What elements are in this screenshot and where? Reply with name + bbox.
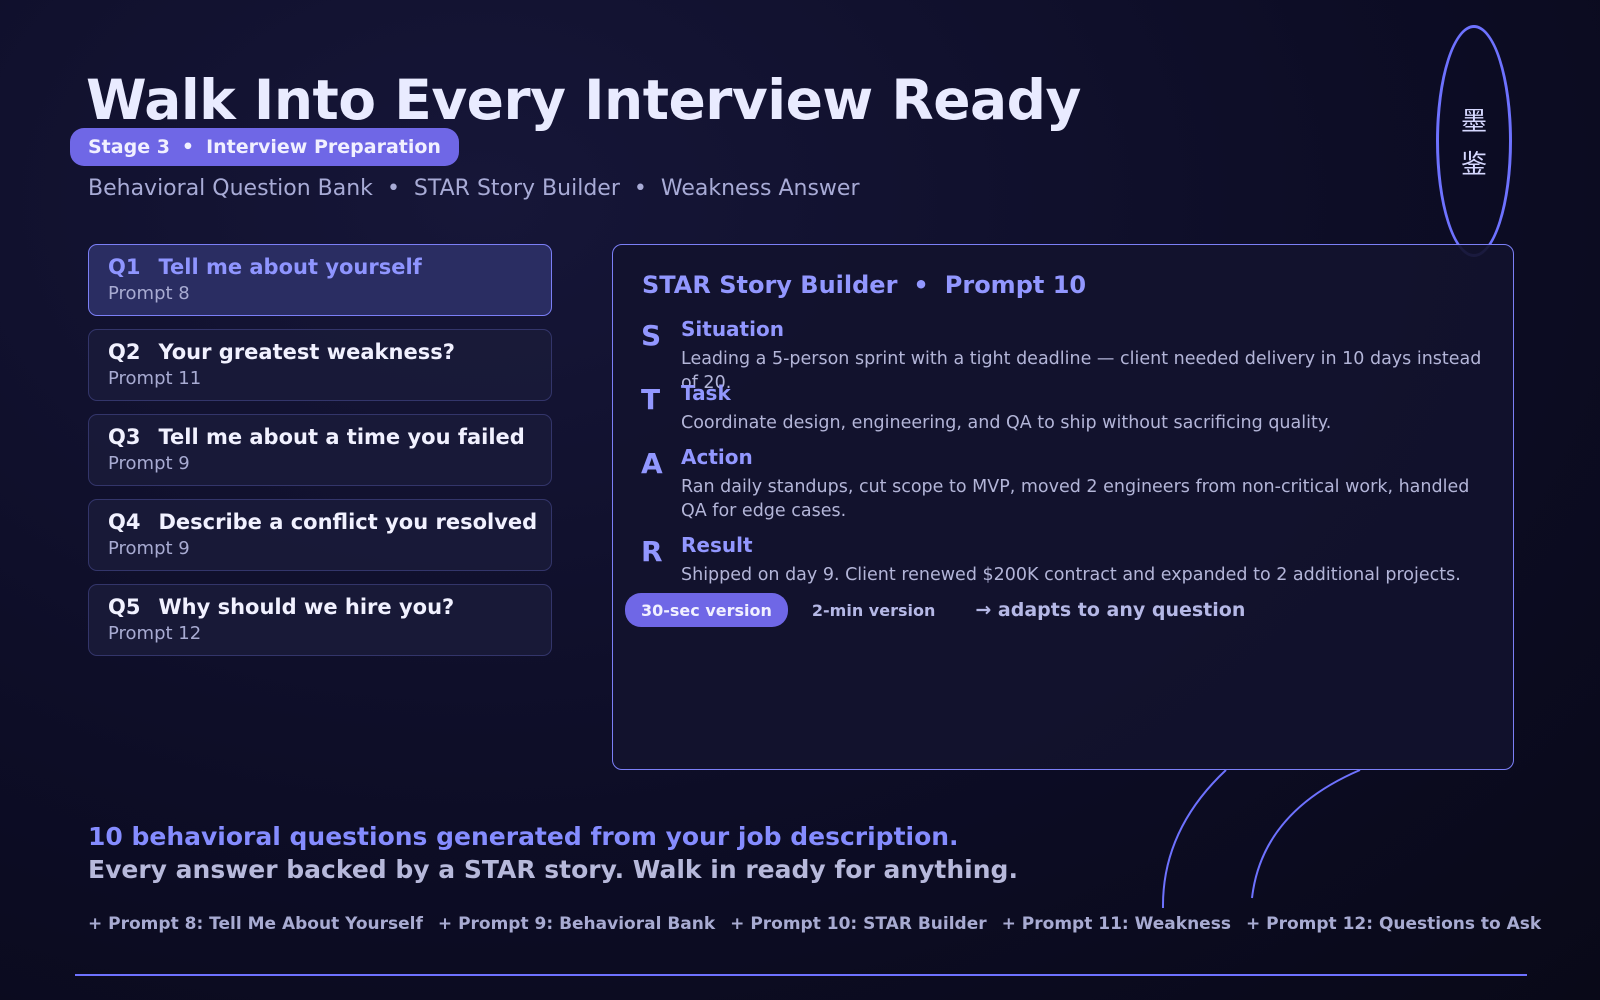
question-title: Tell me about yourself <box>158 255 422 279</box>
star-text: Shipped on day 9. Client renewed $200K c… <box>681 565 1461 585</box>
star-label: Action <box>681 445 753 469</box>
star-letter: A <box>641 447 663 480</box>
question-number: Q2 <box>108 340 141 364</box>
question-item-q1[interactable]: Q1 Tell me about yourself Prompt 8 <box>88 244 552 316</box>
summary-line-2: Every answer backed by a STAR story. Wal… <box>88 855 1018 884</box>
seal-char: 墨 <box>1460 107 1487 137</box>
question-prompt: Prompt 8 <box>108 283 190 304</box>
question-prompt: Prompt 9 <box>108 453 190 474</box>
star-text: Ran daily standups, cut scope to MVP, mo… <box>681 477 1470 521</box>
subnav-behavioral-question-bank[interactable]: Behavioral Question Bank <box>88 176 373 201</box>
question-prompt: Prompt 9 <box>108 538 190 559</box>
question-number: Q3 <box>108 425 141 449</box>
summary-line-1: 10 behavioral questions generated from y… <box>88 822 959 851</box>
prompt-link-12[interactable]: + Prompt 12: Questions to Ask <box>1246 914 1541 934</box>
question-item-q2[interactable]: Q2 Your greatest weakness? Prompt 11 <box>88 329 552 401</box>
star-letter: T <box>641 383 661 416</box>
question-title: Describe a conflict you resolved <box>158 510 538 534</box>
question-prompt: Prompt 12 <box>108 623 202 644</box>
panel-prompt: Prompt 10 <box>944 271 1087 299</box>
decorative-arc <box>1161 769 1227 909</box>
stage-badge: Stage 3 • Interview Preparation <box>70 128 459 166</box>
bottom-divider <box>75 974 1527 976</box>
decorative-arc <box>1251 769 1361 899</box>
question-item-q5[interactable]: Q5 Why should we hire you? Prompt 12 <box>88 584 552 656</box>
panel-header: STAR Story Builder • Prompt 10 <box>642 271 1086 299</box>
subnav-separator: • <box>386 176 400 201</box>
prompt-link-9[interactable]: + Prompt 9: Behavioral Bank <box>438 914 715 934</box>
star-text: Coordinate design, engineering, and QA t… <box>681 413 1332 433</box>
question-list: Q1 Tell me about yourself Prompt 8 Q2 Your… <box>88 244 552 669</box>
2-min-version-button[interactable]: 2-min version <box>796 593 951 627</box>
star-story-panel: STAR Story Builder • Prompt 10 S Situati… <box>612 244 1514 770</box>
30-sec-version-button[interactable]: 30-sec version <box>625 593 788 627</box>
decorative-arcs <box>1161 769 1361 909</box>
bottom-summary: 10 behavioral questions generated from y… <box>88 822 1018 884</box>
star-label: Task <box>681 381 731 405</box>
star-letter: R <box>641 535 663 568</box>
subnav-star-story-builder[interactable]: STAR Story Builder <box>414 176 620 201</box>
stage-separator: • <box>181 136 195 158</box>
stage-label: Interview Preparation <box>206 136 441 158</box>
version-toggle: 30-sec version 2-min version → adapts to… <box>625 593 1245 627</box>
star-row-result: R Result Shipped on day 9. Client renewe… <box>641 533 1491 587</box>
star-row-action: A Action Ran daily standups, cut scope t… <box>641 445 1491 523</box>
adapts-note: → adapts to any question <box>975 599 1246 621</box>
question-title: Your greatest weakness? <box>158 340 455 364</box>
question-prompt: Prompt 11 <box>108 368 202 389</box>
question-number: Q1 <box>108 255 141 279</box>
seal-logo: 墨 鉴 <box>1436 25 1512 257</box>
question-title: Tell me about a time you failed <box>158 425 525 449</box>
question-title: Why should we hire you? <box>158 595 455 619</box>
prompt-link-8[interactable]: + Prompt 8: Tell Me About Yourself <box>88 914 423 934</box>
seal-char: 鉴 <box>1460 150 1487 180</box>
subnav-separator: • <box>633 176 647 201</box>
question-item-q4[interactable]: Q4 Describe a conflict you resolved Promp… <box>88 499 552 571</box>
prompt-links: + Prompt 8: Tell Me About Yourself + Pro… <box>88 914 1541 934</box>
stage-number: Stage 3 <box>88 136 170 158</box>
question-number: Q4 <box>108 510 141 534</box>
panel-title: STAR Story Builder <box>642 271 898 299</box>
subnav-weakness-answer[interactable]: Weakness Answer <box>661 176 860 201</box>
prompt-link-10[interactable]: + Prompt 10: STAR Builder <box>730 914 986 934</box>
star-label: Situation <box>681 317 784 341</box>
panel-separator: • <box>913 271 929 299</box>
question-number: Q5 <box>108 595 141 619</box>
star-label: Result <box>681 533 753 557</box>
question-item-q3[interactable]: Q3 Tell me about a time you failed Prompt… <box>88 414 552 486</box>
page-title: Walk Into Every Interview Ready <box>86 68 1081 132</box>
prompt-link-11[interactable]: + Prompt 11: Weakness <box>1002 914 1231 934</box>
star-letter: S <box>641 319 662 352</box>
star-row-task: T Task Coordinate design, engineering, a… <box>641 381 1491 435</box>
subnav: Behavioral Question Bank • STAR Story Bu… <box>88 176 860 201</box>
